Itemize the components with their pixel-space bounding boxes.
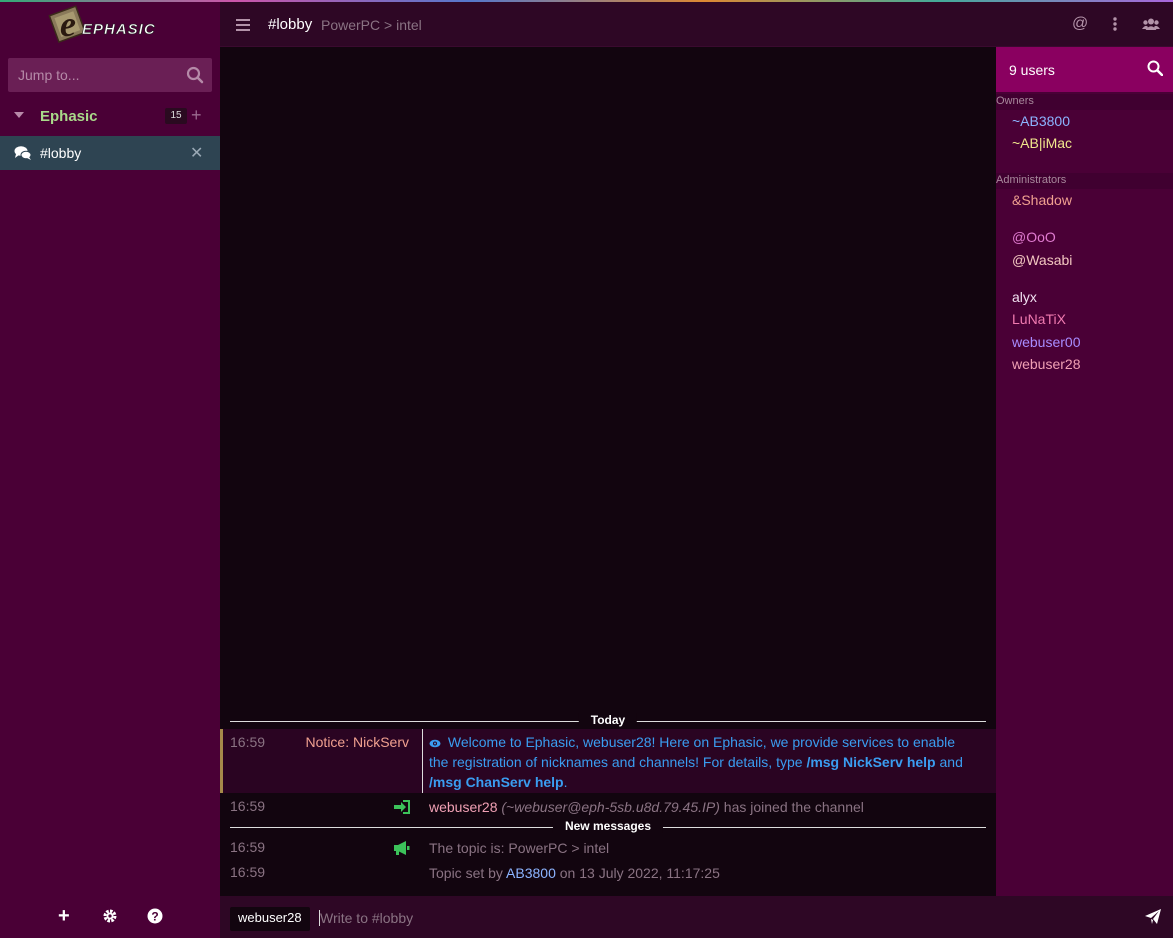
topic-set-suffix: on 13 July 2022, 11:17:25 xyxy=(555,865,720,881)
join-channel-button[interactable]: + xyxy=(191,105,202,126)
sidebar: e EPHASIC Jump to... Ephasic 15 + #lobby… xyxy=(0,2,220,938)
user-list: 9 users Owners ~AB3800 ~AB|iMac Administ… xyxy=(996,47,1173,896)
megaphone-icon xyxy=(393,841,410,858)
mentions-icon[interactable]: @ xyxy=(1072,15,1088,33)
send-icon[interactable] xyxy=(1145,909,1161,928)
message-input[interactable]: Write to #lobby xyxy=(320,910,413,926)
notice-message: 16:59 Notice: NickServ Welcome to Ephasi… xyxy=(220,729,996,793)
network-name: Ephasic xyxy=(40,108,98,125)
more-options-icon[interactable] xyxy=(1113,17,1117,36)
question-icon: ? xyxy=(147,908,163,924)
user-host: (~webuser@eph-5sb.u8d.79.45.IP) xyxy=(501,799,720,815)
join-text: has joined the channel xyxy=(719,799,864,815)
join-body: webuser28 (~webuser@eph-5sb.u8d.79.45.IP… xyxy=(429,797,974,817)
notice-text-3: . xyxy=(563,774,568,790)
new-messages-divider: New messages xyxy=(230,819,986,835)
connect-network-button[interactable]: + xyxy=(58,905,70,928)
new-messages-label: New messages xyxy=(552,819,664,833)
notice-text-2: and xyxy=(935,754,963,770)
user-item[interactable]: ~AB|iMac xyxy=(1012,135,1072,151)
jump-to-input[interactable]: Jump to... xyxy=(8,58,212,92)
user-item[interactable]: ~AB3800 xyxy=(1012,113,1070,129)
user-item[interactable]: &Shadow xyxy=(1012,192,1072,208)
topic-text: The topic is: PowerPC > intel xyxy=(429,840,610,856)
eye-icon xyxy=(429,734,448,750)
command-link-chanserv[interactable]: /msg ChanServ help xyxy=(429,774,564,790)
topic-set-prefix: Topic set by xyxy=(429,865,507,881)
user-item[interactable]: webuser00 xyxy=(1012,334,1081,350)
svg-text:EPHASIC: EPHASIC xyxy=(82,21,156,38)
user-item[interactable]: LuNaTiX xyxy=(1012,311,1066,327)
unread-badge: 15 xyxy=(165,108,187,124)
nick-link[interactable]: webuser28 xyxy=(429,799,498,815)
join-message: 16:59 webuser28 (~webuser@eph-5sb.u8d.79… xyxy=(220,797,996,817)
user-list-header: 9 users xyxy=(996,47,1173,92)
user-count: 9 users xyxy=(1009,62,1055,78)
user-item[interactable]: @OoO xyxy=(1012,229,1056,245)
join-icon xyxy=(394,800,410,817)
topic-message: 16:59 The topic is: PowerPC > intel xyxy=(220,838,996,858)
user-item[interactable]: @Wasabi xyxy=(1012,252,1072,268)
message-sender[interactable]: Notice: NickServ xyxy=(306,734,409,750)
message-time: 16:59 xyxy=(230,864,266,880)
settings-button[interactable] xyxy=(102,908,118,929)
network-item-ephasic[interactable]: Ephasic 15 + xyxy=(0,100,220,134)
topic-set-message: 16:59 Topic set by AB3800 on 13 July 202… xyxy=(220,863,996,883)
channel-item-lobby[interactable]: #lobby ✕ xyxy=(0,136,220,170)
comments-icon xyxy=(14,145,32,164)
message-composer: webuser28 Write to #lobby xyxy=(220,896,1173,938)
jump-to-placeholder: Jump to... xyxy=(18,67,80,83)
user-group-owners: Owners xyxy=(996,94,1173,110)
sidebar-footer: + ? xyxy=(0,900,220,938)
help-button[interactable]: ? xyxy=(147,908,163,929)
user-item[interactable]: webuser28 xyxy=(1012,356,1081,372)
close-icon[interactable]: ✕ xyxy=(190,143,203,163)
svg-text:?: ? xyxy=(151,910,158,924)
gear-icon xyxy=(103,909,117,923)
notice-body: Welcome to Ephasic, webuser28! Here on E… xyxy=(429,732,974,792)
own-nick-button[interactable]: webuser28 xyxy=(230,907,310,931)
ephasic-logo[interactable]: e EPHASIC xyxy=(46,4,176,48)
user-group-administrators: Administrators xyxy=(996,173,1173,189)
menu-icon[interactable] xyxy=(236,18,250,34)
command-link-nickserv[interactable]: /msg NickServ help xyxy=(806,754,935,770)
group-label: Owners xyxy=(996,95,1034,107)
user-item[interactable]: alyx xyxy=(1012,289,1037,305)
search-icon[interactable] xyxy=(186,66,204,87)
date-divider: Today xyxy=(230,713,986,729)
topic-set-body: Topic set by AB3800 on 13 July 2022, 11:… xyxy=(429,863,974,883)
chat-area: Today 16:59 Notice: NickServ Welcome to … xyxy=(220,47,996,896)
search-icon[interactable] xyxy=(1147,60,1164,79)
collapse-caret-icon[interactable] xyxy=(14,112,24,118)
date-divider-label: Today xyxy=(578,713,638,727)
group-label: Administrators xyxy=(996,174,1067,186)
channel-header: #lobby PowerPC > intel @ xyxy=(220,2,1173,47)
message-time: 16:59 xyxy=(230,798,266,814)
channel-name: #lobby xyxy=(40,145,82,161)
channel-topic: PowerPC > intel xyxy=(321,17,422,33)
message-time: 16:59 xyxy=(230,734,266,750)
svg-text:e: e xyxy=(60,4,76,44)
message-time: 16:59 xyxy=(230,839,266,855)
users-toggle-icon[interactable] xyxy=(1142,18,1160,36)
channel-title: #lobby xyxy=(268,16,313,33)
nick-link[interactable]: AB3800 xyxy=(506,865,556,881)
